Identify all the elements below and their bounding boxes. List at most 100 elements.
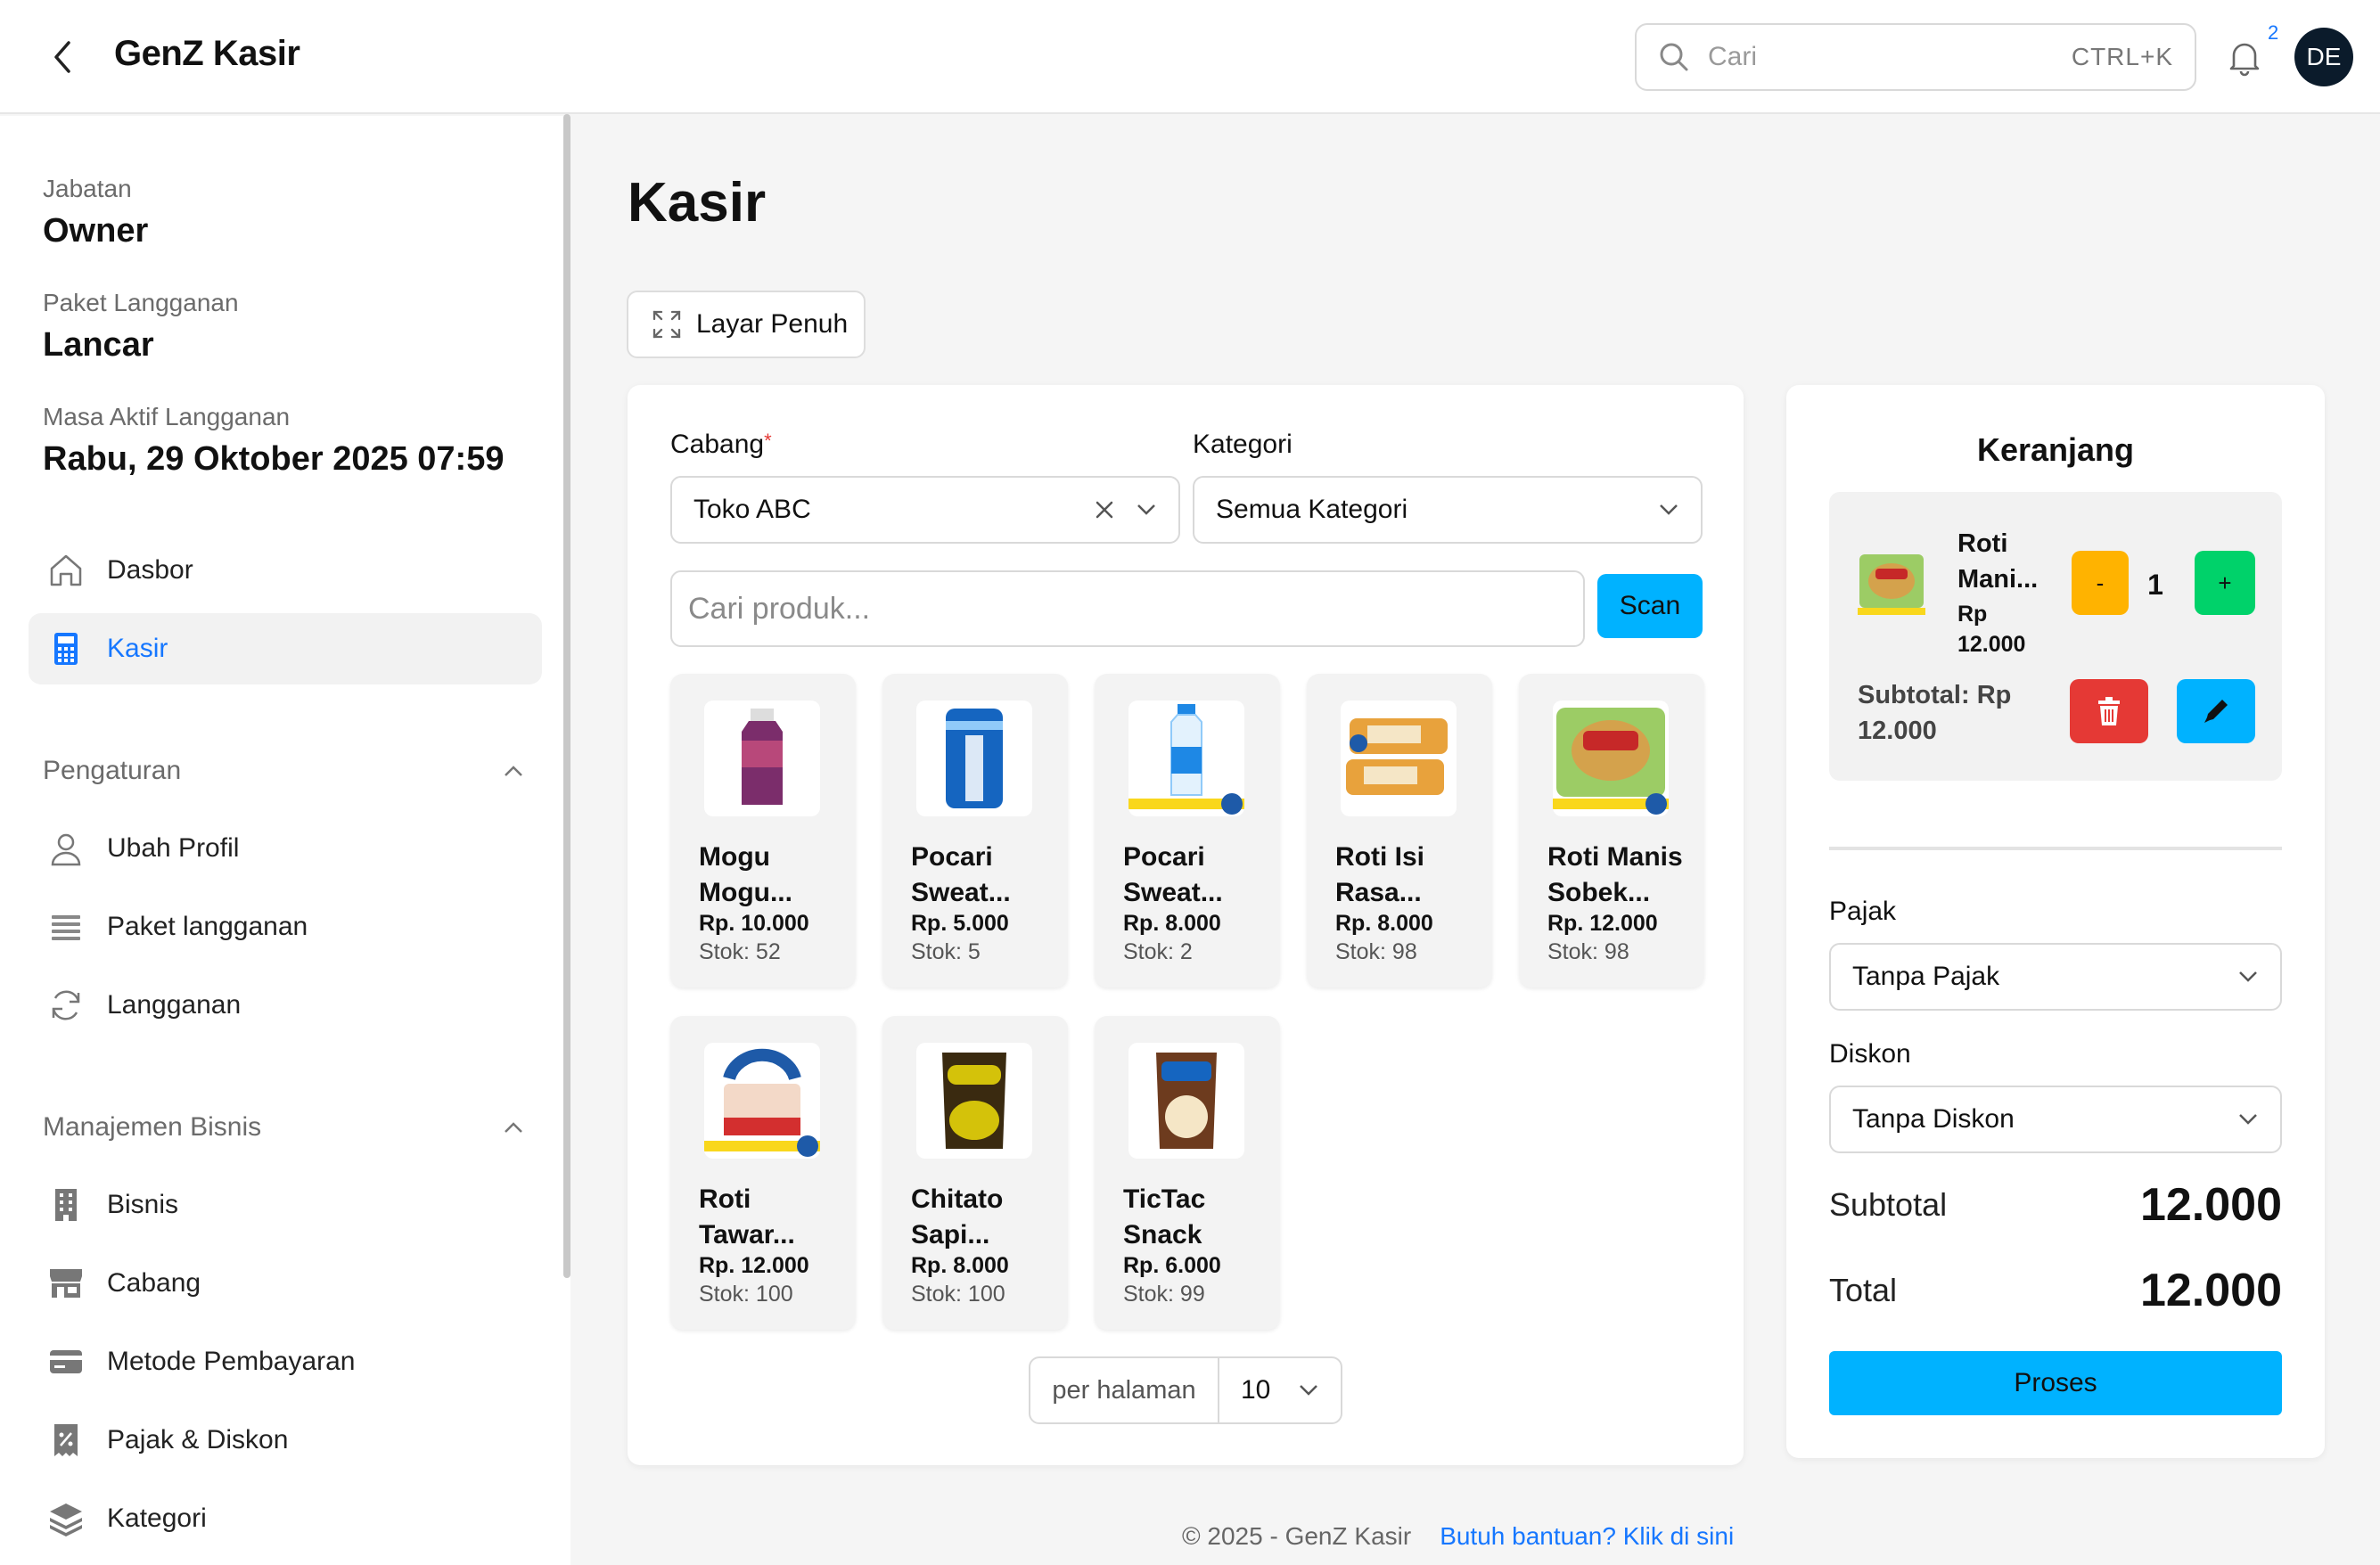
- product-name: Chitato Sapi...: [911, 1184, 1004, 1250]
- product-tile[interactable]: Roti Manis Sobek... Rp. 12.000 Stok: 98: [1519, 674, 1704, 987]
- role-value: Owner: [43, 212, 149, 250]
- product-tile[interactable]: Chitato Sapi... Rp. 8.000 Stok: 100: [882, 1016, 1068, 1330]
- product-tile[interactable]: Mogu Mogu... Rp. 10.000 Stok: 52: [670, 674, 856, 987]
- role-label: Jabatan: [43, 175, 132, 202]
- product-image: [704, 701, 820, 816]
- trash-icon: [2098, 697, 2120, 725]
- chevron-down-icon: [2239, 1114, 2257, 1125]
- branch-label: Cabang*: [670, 430, 772, 459]
- chevron-down-icon: [1137, 504, 1155, 515]
- cart-divider: [1829, 847, 2282, 850]
- decrease-qty-button[interactable]: -: [2072, 551, 2129, 615]
- app-title: GenZ Kasir: [114, 34, 300, 73]
- help-link[interactable]: Butuh bantuan? Klik di sini: [1440, 1522, 1734, 1551]
- discount-select[interactable]: Tanpa Diskon: [1829, 1086, 2282, 1153]
- increase-qty-button[interactable]: +: [2195, 551, 2255, 615]
- building-icon: [45, 1184, 87, 1226]
- product-tile[interactable]: TicTac Snack Rp. 6.000 Stok: 99: [1095, 1016, 1280, 1330]
- user-avatar[interactable]: DE: [2294, 28, 2353, 86]
- product-name: Pocari Sweat...: [1123, 842, 1223, 907]
- clear-icon[interactable]: [1095, 500, 1114, 520]
- sidebar-item-paket-langganan[interactable]: Paket langganan: [29, 891, 542, 963]
- chevron-down-icon: [1660, 504, 1678, 515]
- product-stock: Stok: 98: [1547, 939, 1629, 964]
- subtotal-label: Subtotal: [1829, 1186, 1948, 1223]
- sidebar-item-label: Paket langganan: [107, 912, 308, 941]
- chevron-up-icon: [505, 1122, 522, 1133]
- product-image: [1128, 1043, 1244, 1159]
- sidebar-item-ubah-profil[interactable]: Ubah Profil: [29, 813, 542, 884]
- remove-item-button[interactable]: [2070, 679, 2148, 743]
- tax-label: Pajak: [1829, 897, 1897, 926]
- sidebar-item-label: Dasbor: [107, 555, 193, 585]
- sidebar: Jabatan Owner Paket Langganan Lancar Mas…: [0, 116, 570, 1565]
- product-tile[interactable]: Roti Isi Rasa... Rp. 8.000 Stok: 98: [1307, 674, 1492, 987]
- top-bar: GenZ Kasir Cari CTRL+K 2 DE: [0, 0, 2380, 114]
- branch-select[interactable]: Toko ABC: [670, 476, 1180, 544]
- plan-label: Paket Langganan: [43, 289, 239, 316]
- sidebar-item-dasbor[interactable]: Dasbor: [29, 535, 542, 606]
- plan-value: Lancar: [43, 326, 154, 364]
- product-tile[interactable]: Roti Tawar... Rp. 12.000 Stok: 100: [670, 1016, 856, 1330]
- tax-value: Tanpa Pajak: [1852, 962, 2000, 991]
- chevron-down-icon: [1300, 1385, 1317, 1396]
- product-tile[interactable]: Pocari Sweat... Rp. 5.000 Stok: 5: [882, 674, 1068, 987]
- per-page-select[interactable]: 10: [1219, 1358, 1341, 1422]
- edit-item-button[interactable]: [2177, 679, 2255, 743]
- global-search-input[interactable]: Cari CTRL+K: [1635, 23, 2196, 91]
- total-row: Total 12.000: [1829, 1264, 2282, 1317]
- product-price: Rp. 8.000: [911, 1253, 1009, 1278]
- product-name: Roti Isi Rasa...: [1335, 842, 1425, 907]
- section-manajemen-bisnis-toggle[interactable]: Manajemen Bisnis: [43, 1112, 524, 1143]
- product-tile[interactable]: Pocari Sweat... Rp. 8.000 Stok: 2: [1095, 674, 1280, 987]
- sidebar-item-label: Ubah Profil: [107, 833, 240, 863]
- back-button[interactable]: [43, 36, 82, 78]
- page-title: Kasir: [628, 172, 767, 234]
- chevron-left-icon: [54, 41, 70, 73]
- product-name: Roti Tawar...: [699, 1184, 795, 1250]
- section-pengaturan-toggle[interactable]: Pengaturan: [43, 756, 524, 786]
- tax-select[interactable]: Tanpa Pajak: [1829, 943, 2282, 1011]
- sidebar-item-langganan[interactable]: Langganan: [29, 970, 542, 1041]
- branch-value: Toko ABC: [693, 495, 811, 524]
- sidebar-item-pajak-diskon[interactable]: Pajak & Diskon: [29, 1405, 542, 1476]
- product-price: Rp. 6.000: [1123, 1253, 1221, 1278]
- cart-item: Roti Mani... Rp 12.000 - 1 + Subtotal: R…: [1829, 492, 2282, 781]
- cart-item-price: Rp 12.000: [1957, 602, 2026, 657]
- sidebar-item-label: Langganan: [107, 990, 242, 1020]
- sidebar-item-metode-pembayaran[interactable]: Metode Pembayaran: [29, 1326, 542, 1397]
- home-icon: [45, 549, 87, 592]
- sidebar-item-bisnis[interactable]: Bisnis: [29, 1169, 542, 1241]
- sidebar-item-label: Cabang: [107, 1268, 201, 1298]
- product-search-input[interactable]: [670, 570, 1585, 647]
- product-image: [916, 701, 1032, 816]
- product-image: [1128, 701, 1244, 816]
- discount-label: Diskon: [1829, 1039, 1911, 1069]
- user-icon: [45, 827, 87, 870]
- card-icon: [45, 1340, 87, 1383]
- refresh-icon: [45, 984, 87, 1027]
- product-price: Rp. 12.000: [699, 1253, 809, 1278]
- store-icon: [45, 1262, 87, 1305]
- chevron-down-icon: [2239, 971, 2257, 982]
- scan-button[interactable]: Scan: [1597, 574, 1703, 638]
- sidebar-scrollbar[interactable]: [563, 114, 570, 1278]
- process-button[interactable]: Proses: [1829, 1351, 2282, 1415]
- category-value: Semua Kategori: [1216, 495, 1408, 524]
- product-stock: Stok: 98: [1335, 939, 1417, 964]
- sidebar-item-cabang[interactable]: Cabang: [29, 1248, 542, 1319]
- product-name: Mogu Mogu...: [699, 842, 792, 907]
- sidebar-item-kasir[interactable]: Kasir: [29, 613, 542, 684]
- search-shortcut: CTRL+K: [2071, 43, 2173, 70]
- fullscreen-button[interactable]: Layar Penuh: [627, 291, 866, 358]
- product-stock: Stok: 100: [699, 1282, 793, 1307]
- per-page-value: 10: [1241, 1375, 1271, 1405]
- notification-button[interactable]: [2223, 36, 2266, 78]
- category-select[interactable]: Semua Kategori: [1193, 476, 1703, 544]
- product-image: [704, 1043, 820, 1159]
- receipt-icon: [45, 1419, 87, 1462]
- product-price: Rp. 10.000: [699, 911, 809, 936]
- subtotal-row: Subtotal 12.000: [1829, 1178, 2282, 1232]
- sidebar-item-kategori[interactable]: Kategori: [29, 1483, 542, 1554]
- list-icon: [45, 905, 87, 948]
